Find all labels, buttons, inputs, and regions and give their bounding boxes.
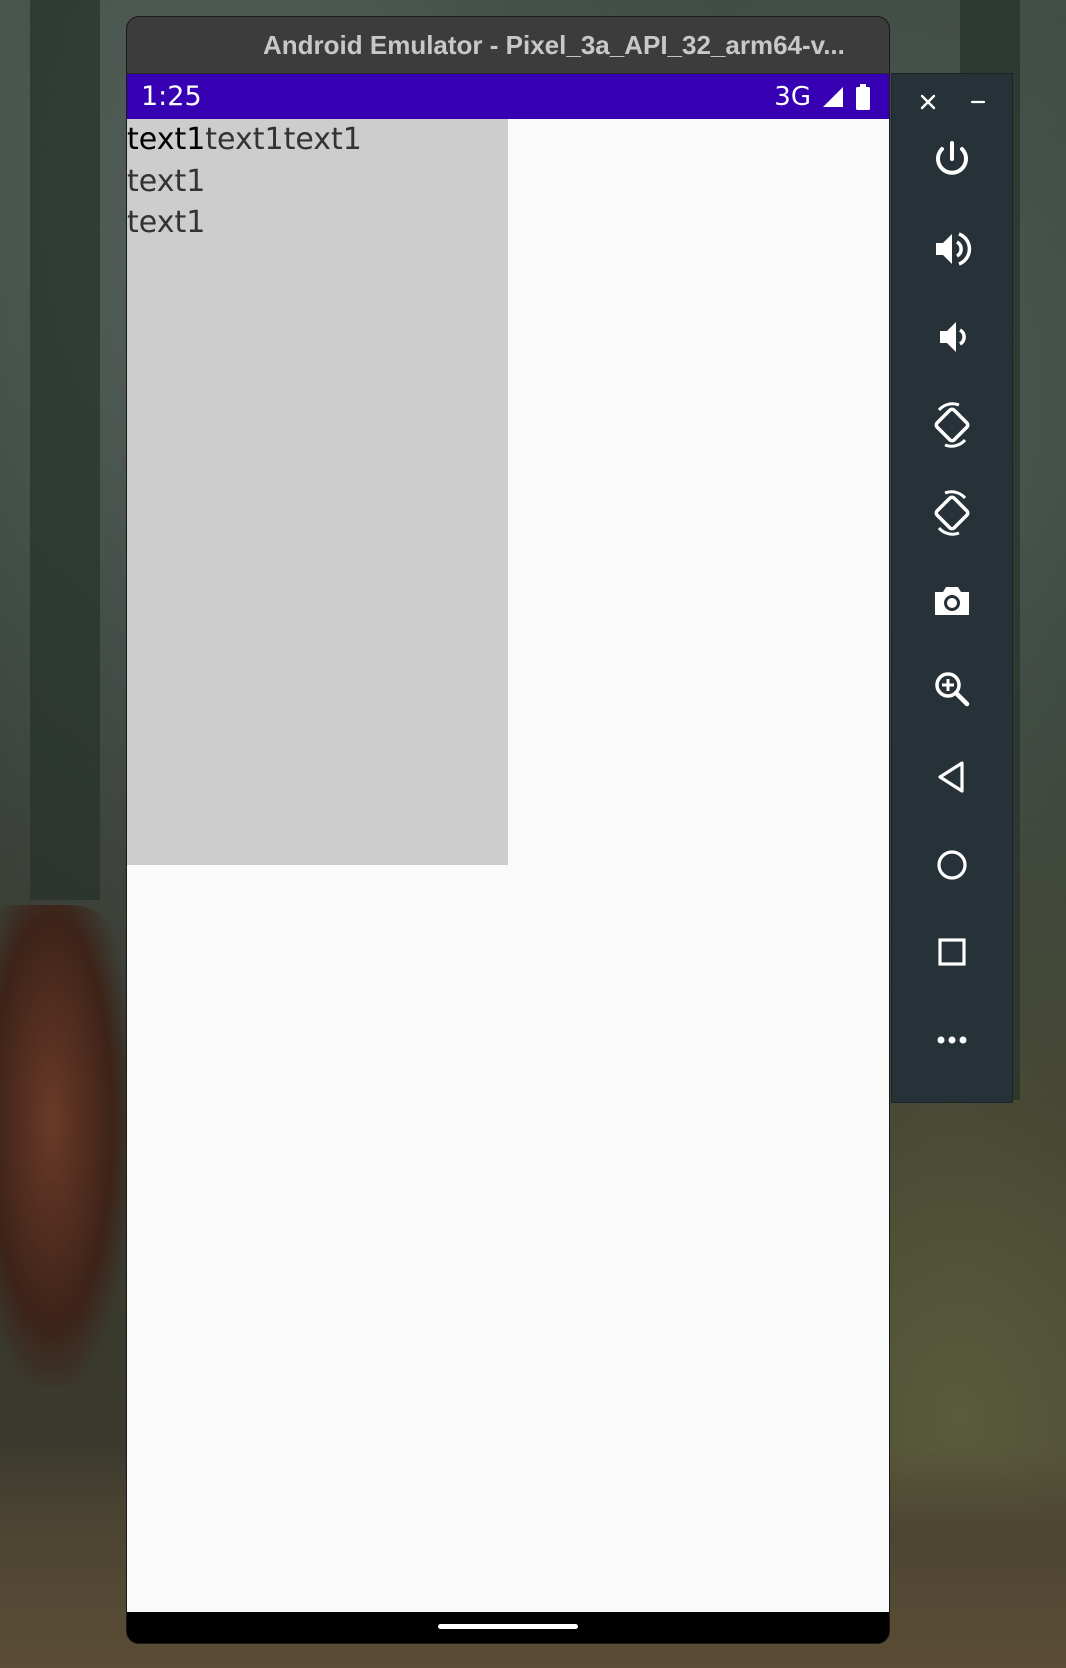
more-dots-icon [937, 1036, 967, 1044]
text-view: text1 [127, 164, 206, 199]
camera-icon [935, 587, 969, 615]
status-bar: 1:25 3G [127, 74, 889, 119]
battery-icon [856, 83, 870, 110]
background-tree-left [30, 0, 100, 900]
emulator-window: Android Emulator - Pixel_3a_API_32_arm64… [127, 17, 889, 1643]
text-view: text1 [127, 122, 206, 157]
gesture-nav-bar [127, 1612, 889, 1643]
text-view: text1text1 [205, 122, 362, 157]
power-button[interactable] [917, 125, 987, 195]
text-row-1: text1text1text1 [127, 120, 362, 160]
overview-button[interactable] [917, 917, 987, 987]
home-circle-icon [937, 850, 967, 880]
toolbar-window-controls [892, 74, 1012, 132]
volume-down-icon [940, 322, 966, 352]
rotate-right-button[interactable] [917, 478, 987, 548]
app-screen: text1text1text1 text1 text1 [127, 119, 889, 1612]
minimize-icon[interactable] [964, 88, 992, 116]
gray-container: text1text1text1 text1 text1 [127, 119, 508, 865]
home-gesture-handle[interactable] [438, 1624, 578, 1629]
back-button[interactable] [917, 742, 987, 812]
zoom-button[interactable] [917, 654, 987, 724]
window-title: Android Emulator - Pixel_3a_API_32_arm64… [263, 30, 845, 60]
volume-down-button[interactable] [917, 302, 987, 372]
volume-up-button[interactable] [917, 214, 987, 284]
rotate-right-icon [934, 490, 970, 536]
power-icon [936, 141, 968, 175]
zoom-in-icon [935, 672, 970, 707]
signal-icon [823, 86, 843, 107]
volume-up-icon [936, 232, 972, 266]
text-row-3: text1 [127, 203, 205, 243]
rotate-left-icon [934, 402, 970, 448]
overview-square-icon [938, 938, 966, 966]
close-icon[interactable] [914, 88, 942, 116]
network-type: 3G [774, 81, 811, 112]
status-time: 1:25 [141, 81, 202, 112]
text-row-2: text1 [127, 162, 205, 202]
screenshot-button[interactable] [917, 566, 987, 636]
rotate-left-button[interactable] [917, 390, 987, 460]
back-triangle-icon [938, 761, 964, 793]
more-button[interactable] [917, 1005, 987, 1075]
background-figure [0, 905, 130, 1385]
text-view: text1 [127, 205, 206, 240]
emulator-toolbar [891, 73, 1013, 1103]
status-indicators: 3G [774, 74, 871, 119]
home-button[interactable] [917, 830, 987, 900]
title-bar[interactable]: Android Emulator - Pixel_3a_API_32_arm64… [127, 17, 889, 74]
